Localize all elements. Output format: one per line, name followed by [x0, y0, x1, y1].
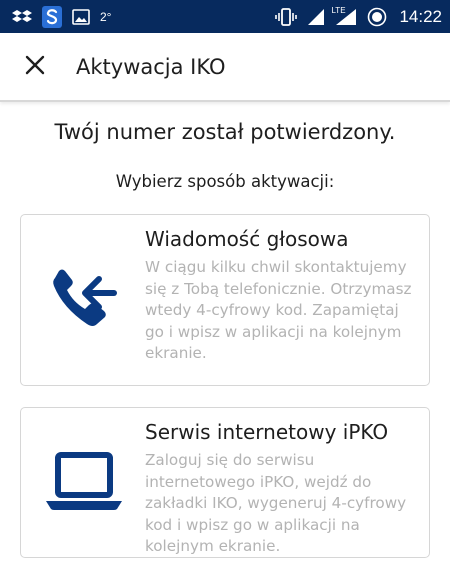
- incoming-call-icon: [49, 268, 119, 334]
- status-bar: 2° LTE 14:22: [0, 0, 450, 33]
- page-title: Aktywacja IKO: [76, 54, 226, 79]
- close-button[interactable]: [0, 32, 70, 101]
- choose-method-label: Wybierz sposób aktywacji:: [115, 172, 335, 191]
- confirmation-headline: Twój numer został potwierdzony.: [54, 120, 396, 144]
- clock: 14:22: [399, 6, 442, 26]
- option-description: W ciągu kilku chwil skontaktujemy się z …: [145, 258, 412, 362]
- status-bar-right: LTE 14:22: [275, 6, 442, 27]
- close-icon: [25, 55, 45, 79]
- gallery-icon: [72, 8, 90, 25]
- sync-icon: [42, 5, 62, 28]
- lte-signal-icon: LTE: [331, 6, 357, 26]
- dropbox-icon: [12, 9, 32, 25]
- app-bar: Aktywacja IKO: [0, 33, 450, 102]
- status-bar-left: 2°: [12, 5, 112, 28]
- network-type-label: LTE: [331, 5, 346, 15]
- card-icon-wrap: [21, 408, 146, 559]
- data-saver-icon: [367, 7, 387, 27]
- option-description: Zaloguj się do serwisu internetowego iPK…: [145, 451, 407, 555]
- vibrate-icon: [275, 7, 298, 26]
- temperature-label: 2°: [100, 9, 112, 24]
- ipko-service-option[interactable]: Serwis internetowy iPKO Zaloguj się do s…: [20, 407, 430, 558]
- option-title: Serwis internetowy iPKO: [145, 420, 389, 444]
- card-icon-wrap: [21, 215, 146, 387]
- laptop-icon: [45, 451, 123, 517]
- voice-message-option[interactable]: Wiadomość głosowa W ciągu kilku chwil sk…: [20, 214, 430, 386]
- option-title: Wiadomość głosowa: [145, 227, 349, 251]
- signal-icon: [307, 8, 325, 26]
